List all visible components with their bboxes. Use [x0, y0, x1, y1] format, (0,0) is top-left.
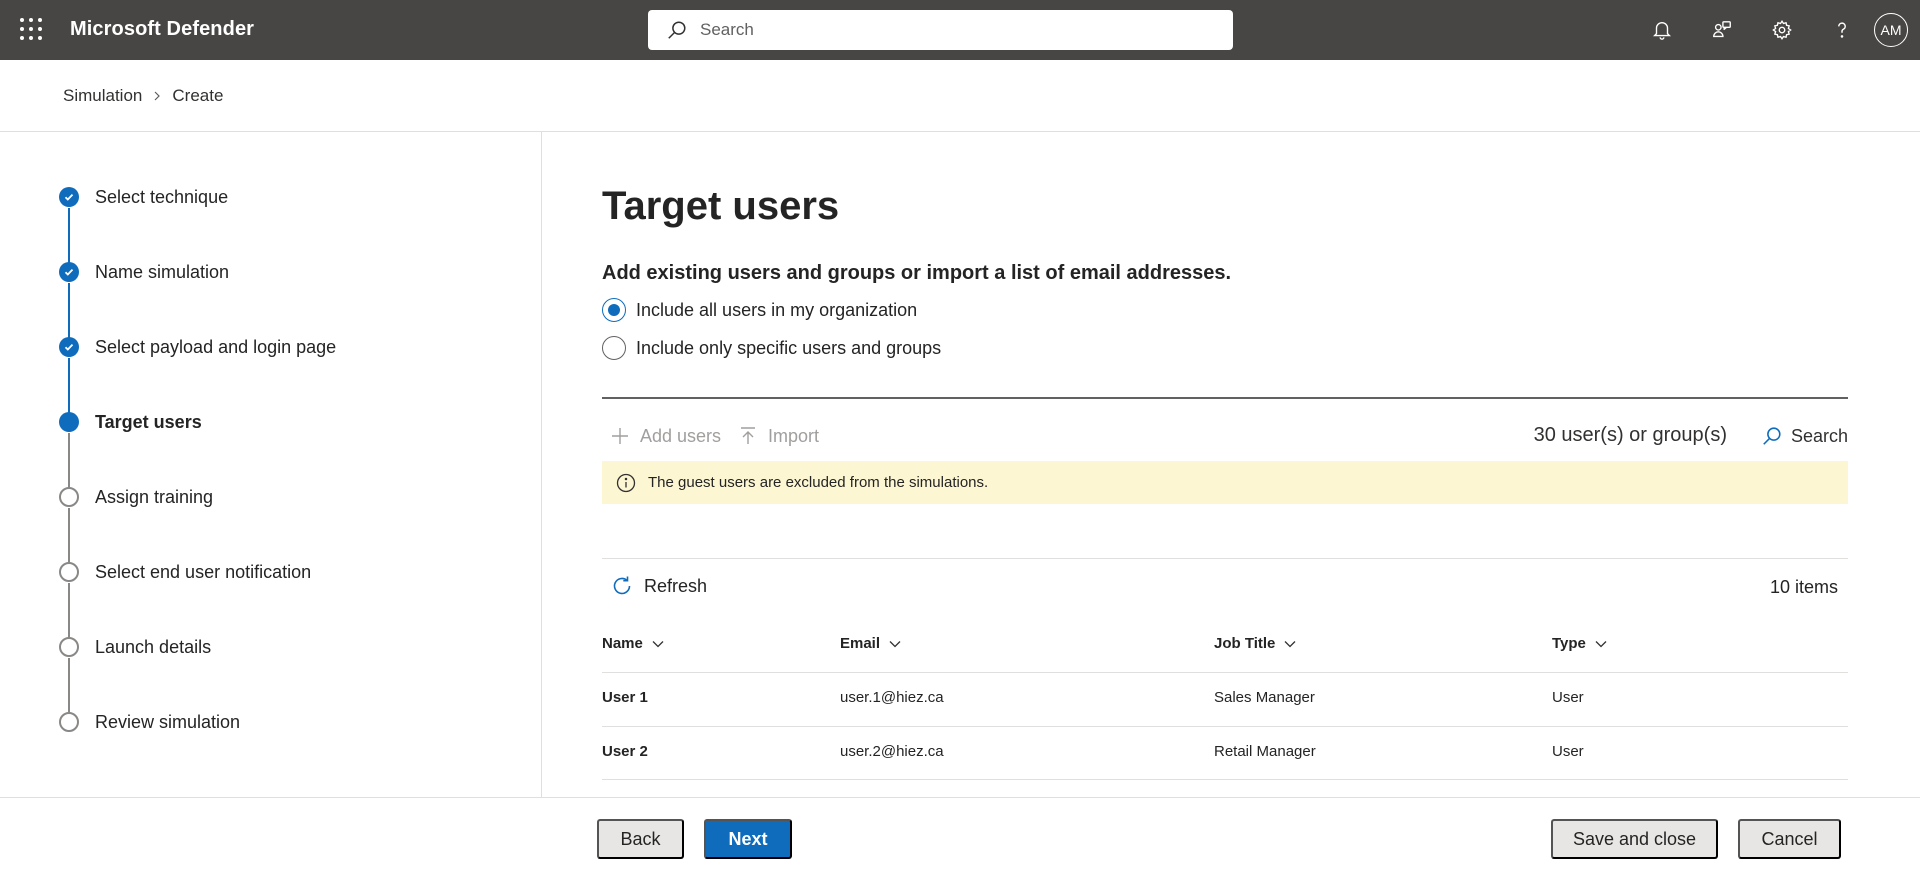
refresh-icon [613, 576, 631, 595]
column-header-label: Email [840, 635, 881, 652]
chevron-right-icon [154, 91, 161, 101]
search-icon [1763, 427, 1781, 445]
search-placeholder: Search [700, 20, 754, 39]
step-label: Select technique [95, 186, 229, 207]
list-divider [602, 558, 1848, 559]
step-connector [68, 508, 70, 563]
step-connector [68, 283, 70, 338]
users-count: 30 user(s) or group(s) [1533, 424, 1727, 446]
step-label: Assign training [95, 486, 214, 507]
community-button[interactable] [1692, 0, 1752, 60]
refresh-label: Refresh [644, 575, 708, 596]
radio-checked-icon [602, 298, 626, 322]
pending-step-icon [59, 637, 79, 657]
column-header-label: Type [1552, 635, 1586, 652]
row-divider [602, 779, 1848, 780]
step-connector [68, 208, 70, 263]
wizard-steps-pane: Select technique Name simulation Select … [0, 132, 542, 798]
upload-icon [741, 427, 755, 444]
cell-type: User [1552, 743, 1584, 760]
info-banner: The guest users are excluded from the si… [602, 461, 1848, 504]
step-label: Review simulation [95, 711, 241, 732]
pending-step-icon [59, 562, 79, 582]
cell-email: user.1@hiez.ca [840, 689, 944, 706]
chevron-down-icon [1284, 640, 1296, 647]
banner-text: The guest users are excluded from the si… [648, 474, 989, 491]
radio-label: Include only specific users and groups [636, 337, 942, 358]
global-search-box[interactable]: Search [648, 10, 1233, 50]
cell-name: User 1 [602, 689, 648, 706]
checkmark-icon [59, 187, 79, 207]
column-header-email[interactable]: Email [840, 635, 902, 652]
chevron-down-icon [652, 640, 664, 647]
cancel-button[interactable]: Cancel [1738, 819, 1841, 859]
back-button[interactable]: Back [597, 819, 684, 859]
import-label: Import [768, 425, 820, 446]
items-count: 10 items [1769, 577, 1838, 597]
users-search-button[interactable]: Search [1761, 420, 1848, 452]
app-launcher-icon[interactable] [20, 18, 42, 40]
refresh-button[interactable]: Refresh [610, 574, 707, 598]
step-connector [68, 658, 70, 713]
top-bar: Microsoft Defender Search AM [0, 0, 1920, 60]
account-avatar[interactable]: AM [1874, 13, 1908, 47]
column-header-label: Name [602, 635, 643, 652]
checkmark-icon [59, 337, 79, 357]
cell-name: User 2 [602, 743, 648, 760]
import-button[interactable]: Import [738, 420, 819, 452]
pending-step-icon [59, 712, 79, 732]
users-toolbar: Add users Import 30 user(s) or group(s) … [602, 420, 1848, 452]
search-label: Search [1790, 425, 1848, 446]
step-connector [68, 433, 70, 488]
gear-icon [1772, 20, 1792, 40]
step-label: Select end user notification [95, 561, 312, 582]
pending-step-icon [59, 487, 79, 507]
chevron-down-icon [1595, 640, 1607, 647]
step-connector [68, 358, 70, 413]
info-icon [616, 473, 636, 492]
save-and-close-button[interactable]: Save and close [1551, 819, 1718, 859]
cell-job-title: Retail Manager [1214, 743, 1316, 760]
column-header-name[interactable]: Name [602, 635, 665, 652]
checkmark-icon [59, 262, 79, 282]
help-icon [1838, 22, 1846, 38]
add-users-button[interactable]: Add users [610, 420, 721, 452]
chevron-down-icon [889, 640, 901, 647]
search-icon [668, 21, 686, 39]
current-step-icon [59, 412, 79, 432]
step-label: Launch details [95, 636, 212, 657]
step-label: Name simulation [95, 261, 230, 282]
page-title: Target users [602, 184, 840, 228]
next-button[interactable]: Next [704, 819, 792, 859]
bell-icon [1653, 22, 1671, 40]
radio-include-all-users[interactable]: Include all users in my organization [602, 298, 917, 322]
notifications-button[interactable] [1632, 0, 1692, 60]
breadcrumb-create: Create [172, 86, 224, 105]
cell-type: User [1552, 689, 1584, 706]
people-community-icon [1713, 21, 1731, 38]
column-header-job-title[interactable]: Job Title [1214, 635, 1297, 652]
step-label: Select payload and login page [95, 336, 337, 357]
add-icon [612, 428, 628, 444]
cell-email: user.2@hiez.ca [840, 743, 944, 760]
panel-divider [602, 397, 1848, 399]
breadcrumb-simulation[interactable]: Simulation [63, 86, 142, 106]
column-header-type[interactable]: Type [1552, 635, 1608, 652]
step-label: Target users [95, 411, 202, 432]
column-header-label: Job Title [1214, 635, 1276, 652]
add-users-label: Add users [640, 425, 722, 446]
cell-job-title: Sales Manager [1214, 689, 1315, 706]
radio-unchecked-icon [602, 336, 626, 360]
radio-include-specific-users[interactable]: Include only specific users and groups [602, 336, 941, 360]
app-title[interactable]: Microsoft Defender [70, 18, 254, 41]
breadcrumb: Simulation Create [63, 86, 223, 106]
settings-button[interactable] [1752, 0, 1812, 60]
radio-label: Include all users in my organization [636, 299, 918, 320]
row-divider [602, 726, 1848, 727]
row-divider [602, 672, 1848, 673]
footer-divider [0, 797, 1920, 798]
step-connector [68, 583, 70, 638]
page-description: Add existing users and groups or import … [602, 262, 1232, 284]
help-button[interactable] [1812, 0, 1872, 60]
